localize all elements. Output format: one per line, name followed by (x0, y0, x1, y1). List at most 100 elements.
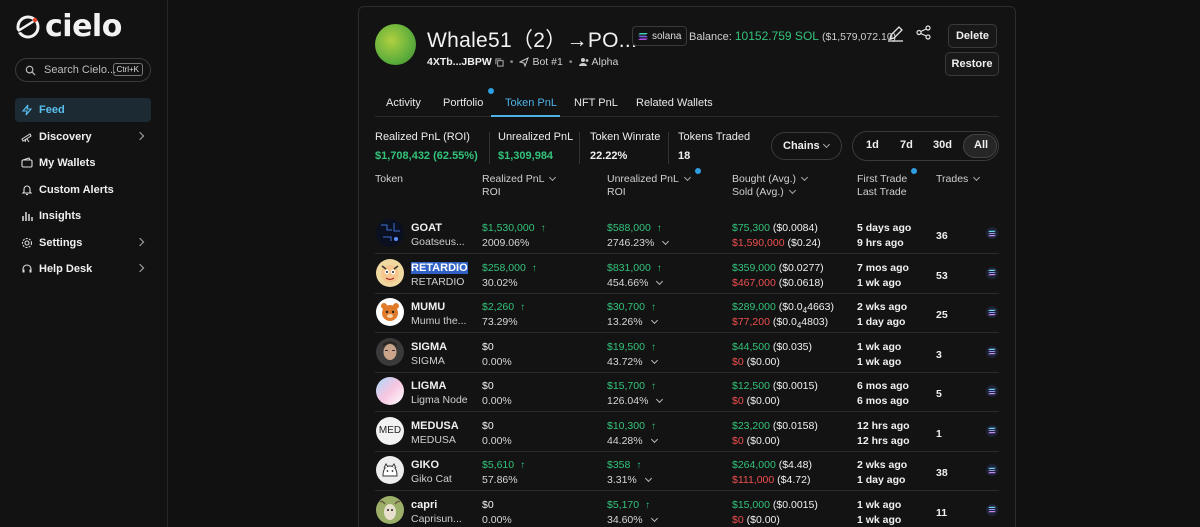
period-7d[interactable]: 7d (900, 139, 913, 151)
table-row[interactable]: GIKO Giko Cat $5,610 ↑ 57.86% $358 ↑ 3.31% $264,… (375, 452, 999, 491)
sidebar-item-discovery[interactable]: Discovery (15, 125, 151, 149)
token-avatar: MED (376, 416, 404, 445)
token-symbol[interactable]: LIGMA (411, 380, 446, 392)
table-row[interactable]: RETARDIO RETARDIO $258,000 ↑ 30.02% $831,000 ↑… (375, 255, 999, 294)
sidebar-item-settings[interactable]: Settings (15, 231, 151, 255)
first-trade: 2 wks ago (857, 301, 908, 313)
restore-button[interactable]: Restore (945, 52, 999, 76)
period-all[interactable]: All (974, 139, 988, 151)
table-row[interactable]: MUMU Mumu the... $2,260 ↑ 73.29% $30,700 ↑ 13.2… (375, 294, 999, 333)
sort-caret-icon (683, 173, 691, 182)
header-label: First Trade (857, 173, 908, 185)
balance-label: Balance: (689, 31, 732, 43)
chevron-down-icon (656, 395, 664, 404)
bought-cell: $75,300 ($0.0084) (732, 222, 818, 235)
sort-caret-icon (800, 173, 809, 182)
solana-icon[interactable] (986, 385, 998, 397)
first-trade: 7 mos ago (857, 261, 909, 274)
chains-dropdown[interactable]: Chains (771, 132, 842, 160)
last-trade: 12 hrs ago (857, 434, 910, 447)
period-30d[interactable]: 30d (933, 139, 952, 151)
unrealized-pnl: $358 ↑ (607, 459, 642, 471)
logo-text: cielo (45, 9, 122, 44)
users-icon (578, 57, 589, 67)
table-row[interactable]: SIGMA SIGMA $0 0.00% $19,500 ↑ 43.72% $44,500 (… (375, 334, 999, 373)
token-symbol[interactable]: MUMU (411, 301, 445, 313)
trades-count: 38 (936, 467, 948, 479)
active-tab-indicator (491, 115, 560, 117)
table-row[interactable]: MED MEDUSA MEDUSA $0 0.00% $10,300 ↑ 44.28% $23,… (375, 413, 999, 452)
trades-count: 1 (936, 427, 942, 440)
period-1d[interactable]: 1d (866, 139, 879, 151)
chevron-down-icon (644, 474, 652, 483)
arrow-up-icon: ↑ (531, 262, 537, 274)
bought-avg: ($0.035) (772, 340, 812, 353)
arrow-up-icon: ↑ (636, 460, 642, 471)
sold-avg: ($0.24) (787, 237, 821, 249)
solana-icon[interactable] (986, 227, 998, 239)
token-symbol[interactable]: RETARDIO (411, 261, 468, 274)
stat-value: $1,309,984 (498, 150, 554, 162)
last-trade: 1 wk ago (857, 355, 902, 368)
token-symbol[interactable]: MEDUSA (411, 420, 459, 432)
token-symbol[interactable]: SIGMA (411, 341, 447, 353)
solana-icon[interactable] (986, 345, 998, 358)
wallet-address[interactable]: 4XTb...JBPW (427, 56, 492, 68)
arrow-up-icon: ↑ (650, 302, 656, 313)
solana-icon[interactable] (986, 306, 998, 318)
copy-icon[interactable] (495, 57, 504, 67)
col-header-unrealized[interactable]: Unrealized PnL ROI (607, 173, 691, 199)
sidebar: cielo Search Cielo... Ctrl+K Feed Discov… (0, 0, 168, 527)
sold-amount: $0 (732, 395, 744, 407)
bought-amount: $15,000 (732, 498, 770, 511)
token-symbol[interactable]: GOAT (411, 222, 442, 234)
sold-cell: $1,590,000 ($0.24) (732, 237, 821, 250)
table-row[interactable]: LIGMA Ligma Node $0 0.00% $15,700 ↑ 126.04% $12… (375, 373, 999, 412)
tab-portfolio[interactable]: Portfolio (443, 97, 483, 109)
edit-icon[interactable] (887, 25, 904, 42)
bought-cell: $15,000 ($0.0015) (732, 499, 818, 512)
tab-activity[interactable]: Activity (386, 97, 421, 109)
token-symbol[interactable]: capri (411, 499, 437, 511)
share-icon[interactable] (916, 25, 931, 40)
bolt-icon (21, 104, 33, 116)
sidebar-item-feed[interactable]: Feed (15, 98, 151, 122)
token-name: Goatseus... (411, 236, 465, 248)
arrow-up-icon: ↑ (650, 381, 656, 392)
chain-badge: solana (632, 26, 688, 46)
delete-button[interactable]: Delete (948, 24, 997, 48)
table-row[interactable]: capri Caprisun... $0 0.00% $5,170 ↑ 34.60% $15,… (375, 492, 999, 527)
token-avatar (376, 298, 404, 326)
tab-related-wallets[interactable]: Related Wallets (636, 97, 713, 109)
tab-nft-pnl[interactable]: NFT PnL (574, 97, 618, 109)
solana-icon[interactable] (986, 424, 998, 437)
search-input[interactable]: Search Cielo... Ctrl+K (15, 58, 151, 82)
table-row[interactable]: GOAT Goatseus... $1,530,000 ↑ 2009.06% $588,0… (375, 215, 999, 254)
cielo-logo[interactable]: cielo (15, 12, 122, 42)
bought-avg: ($0.0015) (772, 498, 818, 511)
sidebar-item-custom-alerts[interactable]: Custom Alerts (15, 178, 151, 202)
col-header-trades[interactable]: Trades (936, 173, 981, 186)
sidebar-item-help-desk[interactable]: Help Desk (15, 257, 151, 281)
solana-icon[interactable] (986, 464, 998, 476)
sidebar-item-my-wallets[interactable]: My Wallets (15, 151, 151, 175)
sold-avg: ($0.0618) (778, 276, 824, 289)
realized-pnl: $5,610 ↑ (482, 459, 526, 471)
tab-token-pnl[interactable]: Token PnL (505, 97, 557, 109)
bell-icon (21, 184, 33, 196)
col-header-realized[interactable]: Realized PnL ROI (482, 173, 557, 199)
token-name: Mumu the... (411, 315, 467, 327)
bought-cell: $12,500 ($0.0015) (732, 380, 818, 393)
wallet-panel: Whale51（2）→PO... solana Balance: 10152.7… (358, 6, 1016, 527)
realized-roi: 2009.06% (482, 237, 530, 249)
col-header-trade-times[interactable]: First Trade Last Trade (857, 173, 907, 199)
solana-icon[interactable] (986, 503, 998, 516)
solana-icon[interactable] (986, 266, 998, 279)
token-symbol[interactable]: GIKO (411, 459, 439, 471)
last-trade: 1 day ago (857, 316, 906, 328)
col-header-bought-sold[interactable]: Bought (Avg.) Sold (Avg.) (732, 173, 809, 199)
token-avatar (376, 258, 404, 287)
search-icon (25, 65, 36, 76)
sidebar-item-insights[interactable]: Insights (15, 204, 151, 228)
stat-label: Unrealized PnL (498, 131, 574, 143)
